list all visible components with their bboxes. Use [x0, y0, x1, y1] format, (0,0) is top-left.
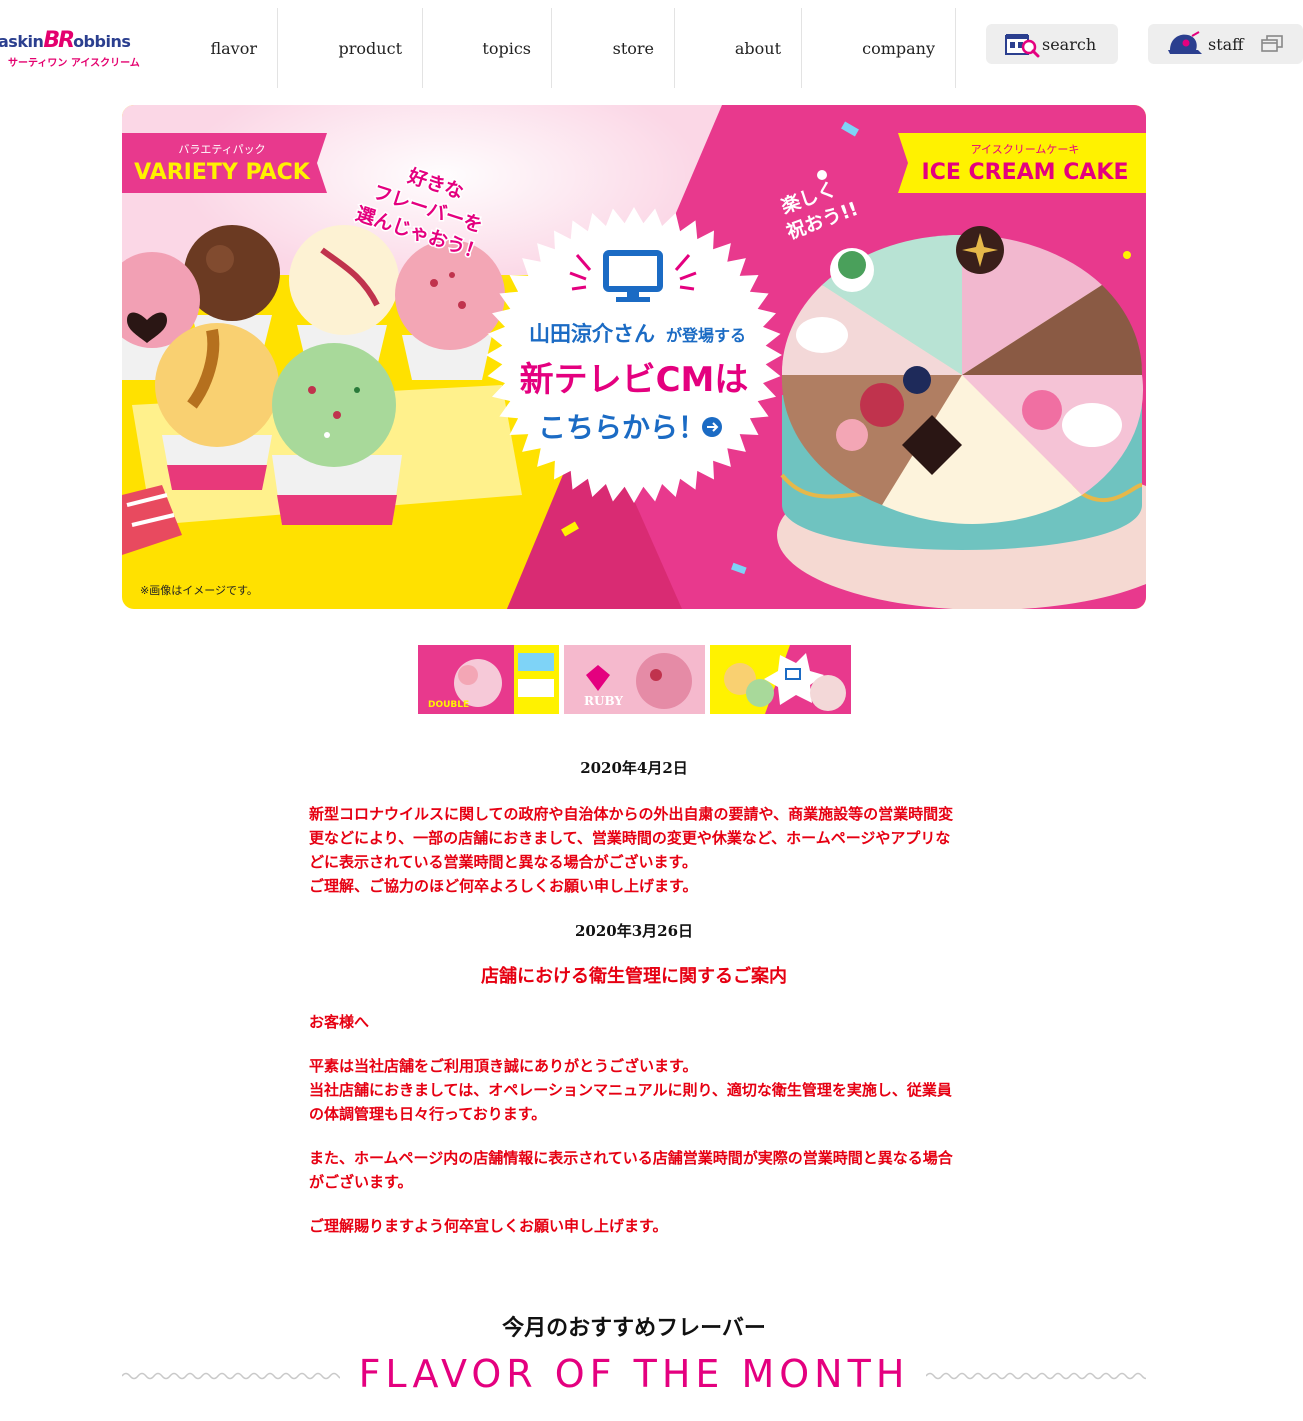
site-header: askinBRobbins サーティワン アイスクリーム flavor prod…	[0, 0, 1303, 92]
flavor-of-month-title-jp: 今月のおすすめフレーバー	[502, 1316, 766, 1341]
nav-item-company[interactable]: company	[802, 8, 956, 88]
svg-text:ICE CREAM CAKE: ICE CREAM CAKE	[922, 160, 1129, 185]
wave-divider-right	[926, 1372, 1146, 1380]
news-paragraph: 新型コロナウイルスに関しての政府や自治体からの外出自粛の要請や、商業施設等の営業…	[309, 805, 954, 871]
staff-button[interactable]: staff	[1148, 24, 1303, 64]
svg-text:山田涼介さん: 山田涼介さん	[529, 322, 655, 346]
ice-cream-cake-illustration	[777, 226, 1146, 609]
svg-text:バラエティパック: バラエティパック	[178, 143, 265, 156]
news-date: 2020年4月2日	[580, 759, 688, 777]
svg-text:DOUBLE: DOUBLE	[428, 700, 469, 710]
staff-cap-icon	[1166, 30, 1204, 58]
logo-subtitle: サーティワン アイスクリーム	[8, 58, 140, 69]
nav-item-product[interactable]: product	[278, 8, 423, 88]
nav-item-flavor[interactable]: flavor	[150, 8, 278, 88]
svg-text:アイスクリームケーキ: アイスクリームケーキ	[971, 143, 1080, 156]
svg-text:が登場する: が登場する	[666, 326, 746, 345]
image-note: ※画像はイメージです。	[140, 584, 258, 597]
news-section: 2020年4月2日 新型コロナウイルスに関しての政府や自治体からの外出自粛の要請…	[309, 756, 959, 1238]
store-search-icon	[1004, 30, 1040, 58]
variety-pack-tag: バラエティパック VARIETY PACK	[122, 133, 327, 193]
nav-item-topics[interactable]: topics	[423, 8, 552, 88]
news-title: 店舗における衛生管理に関するご案内	[481, 966, 787, 987]
news-paragraph: また、ホームページ内の店舗情報に表示されている店舗営業時間が実際の営業時間と異な…	[309, 1149, 953, 1191]
brand-logo[interactable]: askinBRobbins サーティワン アイスクリーム	[0, 26, 140, 72]
main-nav: flavor product topics store about compan…	[150, 8, 956, 88]
staff-label: staff	[1208, 34, 1244, 54]
ice-cream-cake-tag: アイスクリームケーキ ICE CREAM CAKE	[898, 133, 1146, 193]
svg-text:こちらから！: こちらから！	[538, 411, 706, 444]
external-window-icon	[1260, 34, 1284, 54]
hero-carousel-thumbs: DOUBLE RUBY	[418, 645, 851, 714]
store-search-button[interactable]: search	[986, 24, 1118, 64]
nav-item-store[interactable]: store	[552, 8, 675, 88]
hero-banner[interactable]: バラエティパック VARIETY PACK 好きな フレーバーを 選んじゃおう！	[122, 105, 1146, 609]
carousel-thumb[interactable]: DOUBLE	[418, 645, 559, 714]
logo-wordmark: askinBRobbins	[0, 28, 131, 53]
carousel-thumb[interactable]: RUBY	[564, 645, 705, 714]
search-label: search	[1042, 34, 1097, 54]
svg-text:RUBY: RUBY	[584, 694, 623, 708]
nav-item-about[interactable]: about	[675, 8, 802, 88]
news-greeting: お客様へ	[309, 1013, 370, 1031]
svg-text:VARIETY PACK: VARIETY PACK	[134, 160, 311, 185]
news-paragraph: 当社店舗におきましては、オペレーションマニュアルに則り、適切な衛生管理を実施し、…	[309, 1081, 952, 1123]
news-paragraph: ご理解、ご協力のほど何卒よろしくお願い申し上げます。	[309, 877, 698, 895]
carousel-thumb[interactable]	[710, 645, 851, 714]
news-date: 2020年3月26日	[574, 922, 694, 940]
svg-text:新テレビCMは: 新テレビCMは	[520, 360, 749, 400]
news-paragraph: ご理解賜りますよう何卒宜しくお願い申し上げます。	[309, 1217, 668, 1235]
news-paragraph: 平素は当社店舗をご利用頂き誠にありがとうございます。	[309, 1057, 698, 1075]
